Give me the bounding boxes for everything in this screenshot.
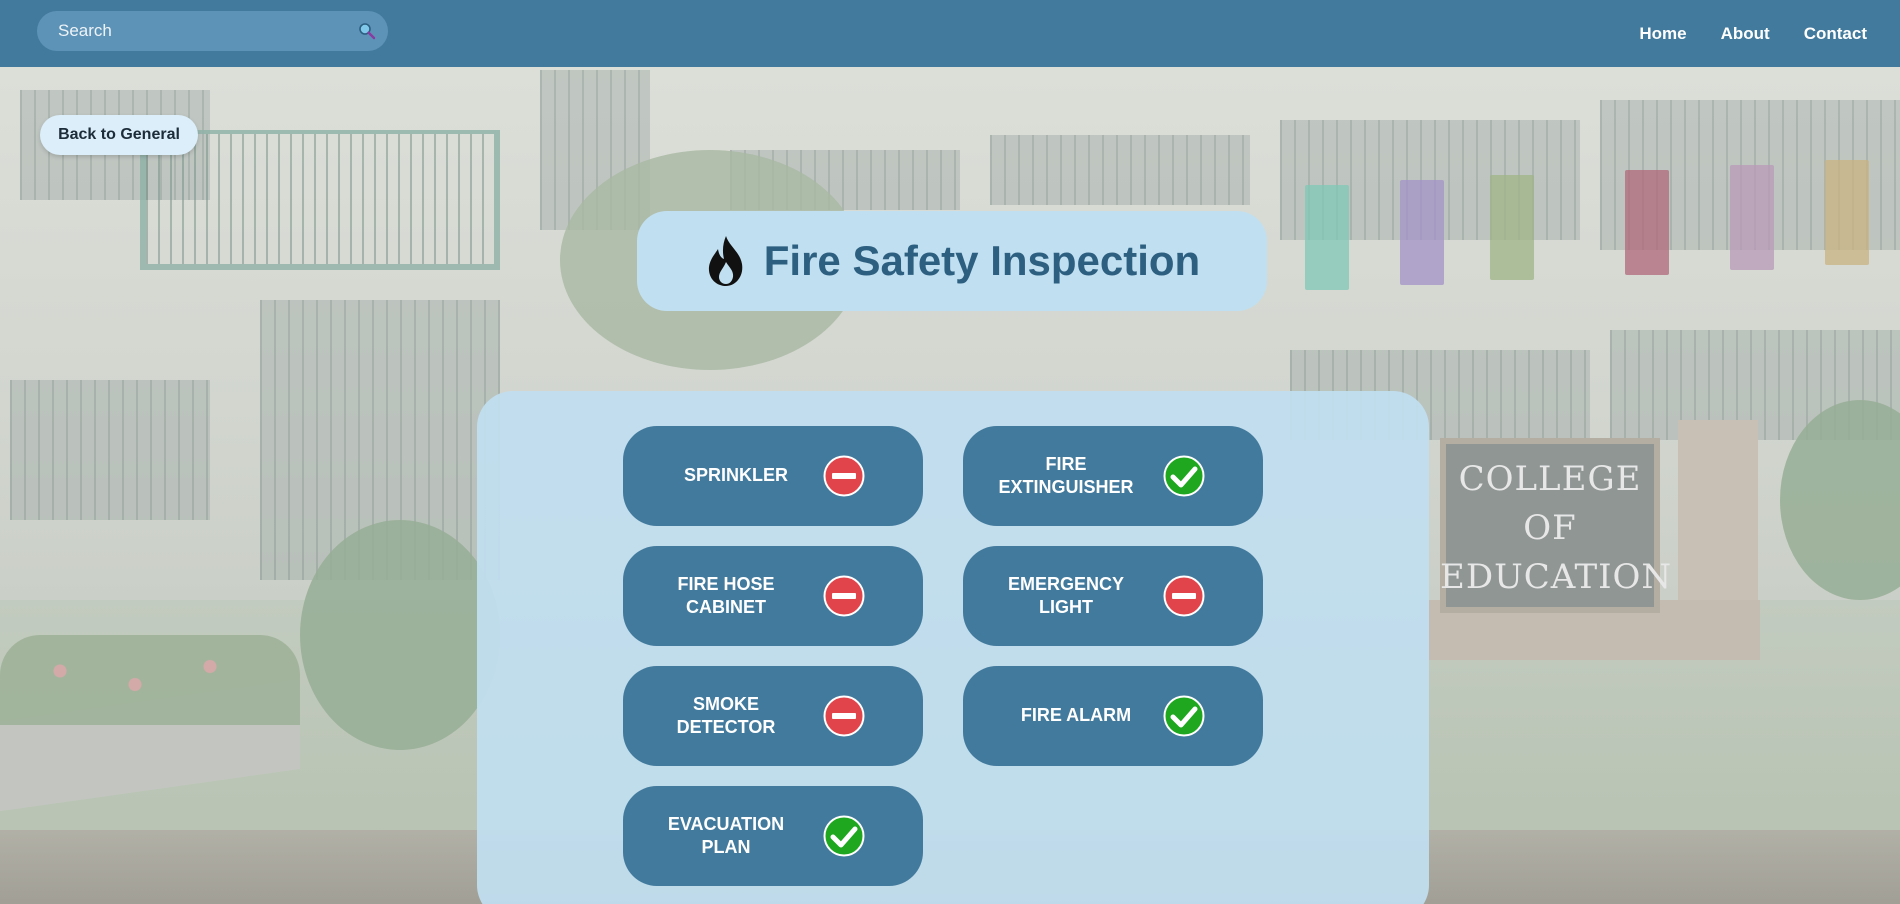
fire-icon <box>708 236 743 286</box>
no-entry-icon <box>823 575 865 617</box>
page-title-card: Fire Safety Inspection <box>637 211 1267 311</box>
inspection-item-label: EVACUATION PLAN <box>667 814 785 857</box>
check-icon <box>823 815 865 857</box>
inspection-item-label: FIRE ALARM <box>1020 705 1132 725</box>
inspection-item-label: SMOKE DETECTOR <box>676 694 776 737</box>
banner <box>1625 170 1669 275</box>
inspection-item-label: FIRE HOSE CABINET <box>677 574 775 617</box>
stone-pillar <box>1678 420 1758 620</box>
inspection-item-label: EMERGENCY LIGHT <box>1007 574 1124 617</box>
inspection-item-label: SPRINKLER <box>683 465 788 485</box>
window <box>990 135 1250 205</box>
inspection-item-smoke-detector[interactable]: SMOKE DETECTOR <box>623 666 923 766</box>
balcony <box>140 130 500 270</box>
inspection-item-fire-alarm[interactable]: FIRE ALARM <box>963 666 1263 766</box>
banner <box>1825 160 1869 265</box>
back-to-general-button[interactable]: Back to General <box>40 115 198 155</box>
no-entry-icon <box>823 455 865 497</box>
inspection-item-sprinkler[interactable]: SPRINKLER <box>623 426 923 526</box>
banner <box>1490 175 1534 280</box>
inspection-item-emergency-light[interactable]: EMERGENCY LIGHT <box>963 546 1263 646</box>
nav-links: Home About Contact <box>1639 0 1867 67</box>
nav-about-link[interactable]: About <box>1721 24 1770 44</box>
inspection-item-fire-extinguisher[interactable]: FIRE EXTINGUISHER <box>963 426 1263 526</box>
banner <box>1305 185 1349 290</box>
inspection-item-fire-hose-cabinet[interactable]: FIRE HOSE CABINET <box>623 546 923 646</box>
check-icon <box>1163 455 1205 497</box>
inspection-item-evacuation-plan[interactable]: EVACUATION PLAN <box>623 786 923 886</box>
nav-contact-link[interactable]: Contact <box>1804 24 1867 44</box>
shrub <box>300 520 500 750</box>
top-navigation-bar: Home About Contact <box>0 0 1900 67</box>
no-entry-icon <box>1163 575 1205 617</box>
sign-line: EDUCATION <box>1440 557 1673 597</box>
page-title: Fire Safety Inspection <box>763 237 1201 284</box>
college-sign-text: COLLEGE OF EDUCATION <box>1440 455 1673 602</box>
check-icon <box>1163 695 1205 737</box>
inspection-panel <box>477 391 1429 904</box>
search-icon[interactable] <box>358 22 376 40</box>
banner <box>1730 165 1774 270</box>
banner <box>1400 180 1444 285</box>
sign-line: OF <box>1523 508 1577 548</box>
sign-line: COLLEGE <box>1458 459 1642 499</box>
nav-home-link[interactable]: Home <box>1639 24 1686 44</box>
flower-bed <box>0 635 300 725</box>
search-input[interactable] <box>37 11 388 51</box>
window <box>10 380 210 520</box>
search-box <box>37 11 388 51</box>
no-entry-icon <box>823 695 865 737</box>
inspection-item-label: FIRE EXTINGUISHER <box>998 454 1134 497</box>
